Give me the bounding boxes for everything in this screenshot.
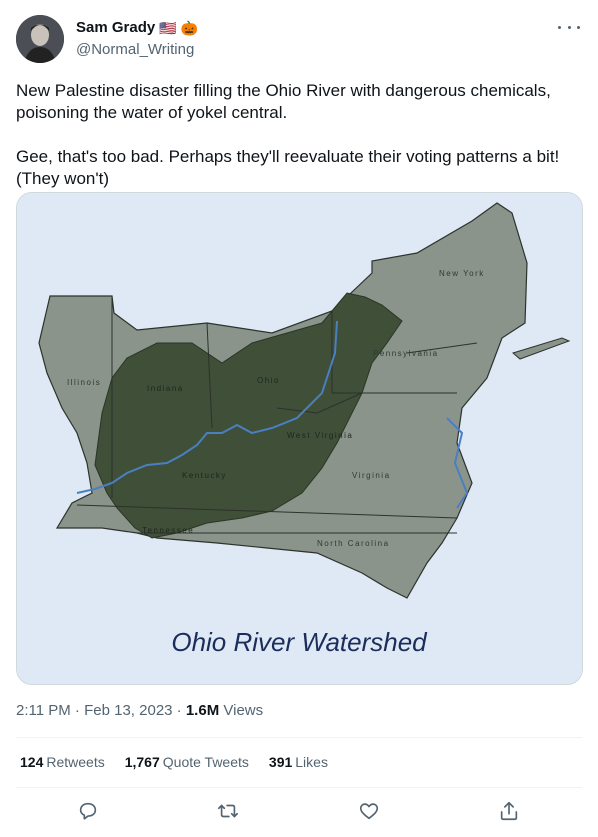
avatar[interactable] xyxy=(16,15,64,63)
divider xyxy=(16,787,582,788)
us-flag-emoji: 🇺🇸 xyxy=(159,19,177,36)
engagement-stats: 124 Retweets 1,767 Quote Tweets 391 Likes xyxy=(20,754,328,770)
meta-separator: · xyxy=(74,702,80,719)
likes-count: 391 xyxy=(268,754,293,770)
map-label-west-virginia: West Virginia xyxy=(287,431,353,440)
meta-separator: · xyxy=(176,702,182,719)
map-label-north-carolina: North Carolina xyxy=(317,539,390,548)
map-label-pennsylvania: Pennsylvania xyxy=(373,349,439,358)
tweet-text: New Palestine disaster filling the Ohio … xyxy=(16,80,582,190)
map-label-ohio: Ohio xyxy=(257,376,280,385)
author-name[interactable]: Sam Grady xyxy=(76,19,155,36)
jack-o-lantern-emoji: 🎃 xyxy=(180,19,199,36)
like-icon[interactable] xyxy=(358,800,382,824)
map-label-indiana: Indiana xyxy=(147,384,184,393)
quotes-count: 1,767 xyxy=(124,754,160,770)
tweet-paragraph-2: Gee, that's too bad. Perhaps they'll ree… xyxy=(16,146,582,190)
tweet-paragraph-1: New Palestine disaster filling the Ohio … xyxy=(16,81,551,122)
retweets-label: Retweets xyxy=(46,754,105,770)
map-label-new-york: New York xyxy=(439,269,485,278)
tweet-paragraph-2-line-2: (They won't) xyxy=(16,169,109,188)
author-handle[interactable]: @Normal_Writing xyxy=(76,41,194,58)
more-options-icon[interactable] xyxy=(558,20,580,34)
quote-tweets-stat[interactable]: 1,767 Quote Tweets xyxy=(125,754,249,770)
views-label: Views xyxy=(223,702,264,719)
tweet-actions xyxy=(0,800,598,828)
retweet-icon[interactable] xyxy=(217,800,241,824)
tweet-media-image[interactable]: New York Pennsylvania Illinois Indiana O… xyxy=(16,192,583,685)
avatar-image xyxy=(16,15,64,63)
reply-icon[interactable] xyxy=(77,800,101,824)
quotes-label: Quote Tweets xyxy=(162,754,249,770)
map-label-virginia: Virginia xyxy=(352,471,391,480)
likes-label: Likes xyxy=(295,754,328,770)
map-label-tennessee: Tennessee xyxy=(142,526,194,535)
share-icon[interactable] xyxy=(498,800,522,824)
tweet-meta: 2:11 PM · Feb 13, 2023 · 1.6M Views xyxy=(16,702,263,719)
divider xyxy=(16,737,582,738)
likes-stat[interactable]: 391 Likes xyxy=(269,754,328,770)
tweet-date[interactable]: Feb 13, 2023 xyxy=(84,702,172,719)
tweet-time[interactable]: 2:11 PM xyxy=(16,702,71,719)
retweets-stat[interactable]: 124 Retweets xyxy=(20,754,105,770)
map-caption: Ohio River Watershed xyxy=(171,627,428,657)
tweet-paragraph-2-line-1: Gee, that's too bad. Perhaps they'll ree… xyxy=(16,147,560,166)
ohio-river-watershed-map: New York Pennsylvania Illinois Indiana O… xyxy=(17,193,582,684)
map-label-kentucky: Kentucky xyxy=(182,471,227,480)
views-count: 1.6M xyxy=(185,702,220,719)
retweets-count: 124 xyxy=(20,754,44,770)
map-label-illinois: Illinois xyxy=(67,378,101,387)
